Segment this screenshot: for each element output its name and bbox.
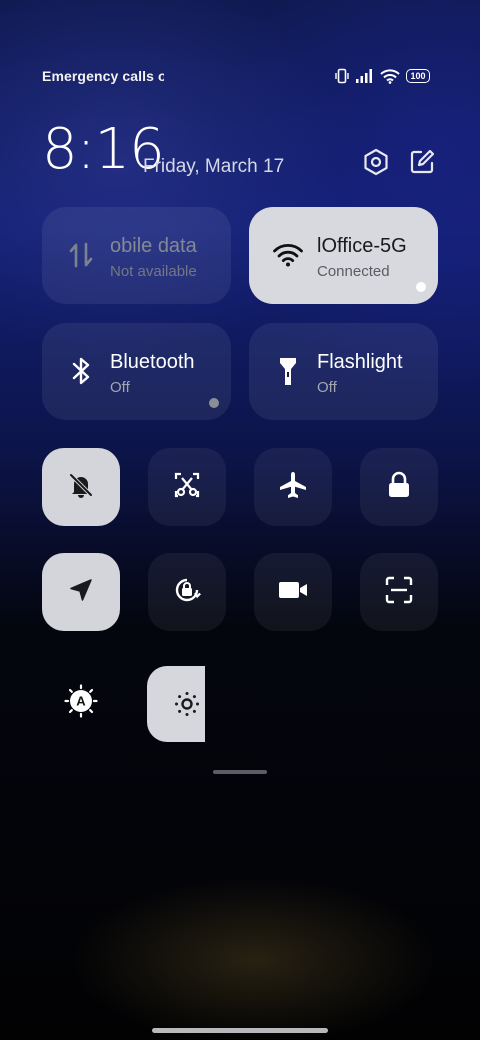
tile-bluetooth-status: Off [110, 379, 130, 396]
mobile-data-icon [66, 240, 96, 270]
settings-hexagon-icon [363, 148, 389, 181]
tile-mobile-data-status: Not available [110, 263, 197, 280]
svg-text:A: A [76, 693, 86, 708]
video-camera-icon [277, 578, 309, 607]
battery-level: 100 [406, 69, 430, 83]
tile-bluetooth[interactable]: Bluetooth Off [42, 323, 231, 420]
tile-mobile-data[interactable]: obile data Not available [42, 207, 231, 304]
wifi-icon [273, 240, 303, 270]
edit-icon [409, 149, 435, 180]
brightness-slider[interactable] [147, 666, 438, 742]
tile-wifi[interactable]: lOffice-5G Connected [249, 207, 438, 304]
bluetooth-icon [66, 356, 96, 386]
battery-icon: 100 [406, 69, 430, 83]
toggle-screenshot[interactable] [148, 448, 226, 526]
tile-flashlight-title: Flashlight [317, 351, 403, 373]
screenshot-scissors-icon [172, 470, 202, 505]
rotation-lock-icon [170, 573, 204, 612]
airplane-icon [277, 469, 309, 506]
tile-flashlight-status: Off [317, 379, 337, 396]
location-arrow-icon [67, 576, 95, 609]
auto-brightness-icon: A [64, 683, 98, 723]
toggle-screen-recorder[interactable] [254, 553, 332, 631]
toggle-lock-screen[interactable] [360, 448, 438, 526]
panel-drag-handle[interactable] [213, 770, 267, 774]
date: Friday, March 17 [143, 156, 285, 177]
status-carrier-text: Emergency calls o [42, 68, 164, 84]
settings-button[interactable] [360, 148, 392, 180]
toggle-airplane[interactable] [254, 448, 332, 526]
vibrate-icon [334, 68, 350, 84]
status-icons: 100 [334, 66, 430, 86]
tile-flashlight[interactable]: Flashlight Off [249, 323, 438, 420]
edit-button[interactable] [406, 148, 438, 180]
lock-icon [385, 470, 413, 505]
toggle-silent[interactable] [42, 448, 120, 526]
wifi-status-icon [380, 68, 400, 84]
tile-bluetooth-more-dot[interactable] [209, 398, 219, 408]
tile-wifi-more-dot[interactable] [416, 282, 426, 292]
flashlight-icon [273, 356, 303, 386]
toggle-location[interactable] [42, 553, 120, 631]
signal-icon [356, 69, 374, 83]
tile-bluetooth-title: Bluetooth [110, 351, 195, 373]
toggle-scanner[interactable] [360, 553, 438, 631]
bell-off-icon [66, 470, 96, 505]
tile-mobile-data-title: obile data [110, 235, 197, 257]
auto-brightness-button[interactable]: A [64, 683, 98, 723]
scan-icon [384, 575, 414, 610]
brightness-sun-icon [173, 690, 201, 723]
gesture-nav-bar[interactable] [152, 1028, 328, 1033]
tile-wifi-title: lOffice-5G [317, 235, 407, 257]
toggle-rotation-lock[interactable] [148, 553, 226, 631]
tile-wifi-status: Connected [317, 263, 390, 280]
